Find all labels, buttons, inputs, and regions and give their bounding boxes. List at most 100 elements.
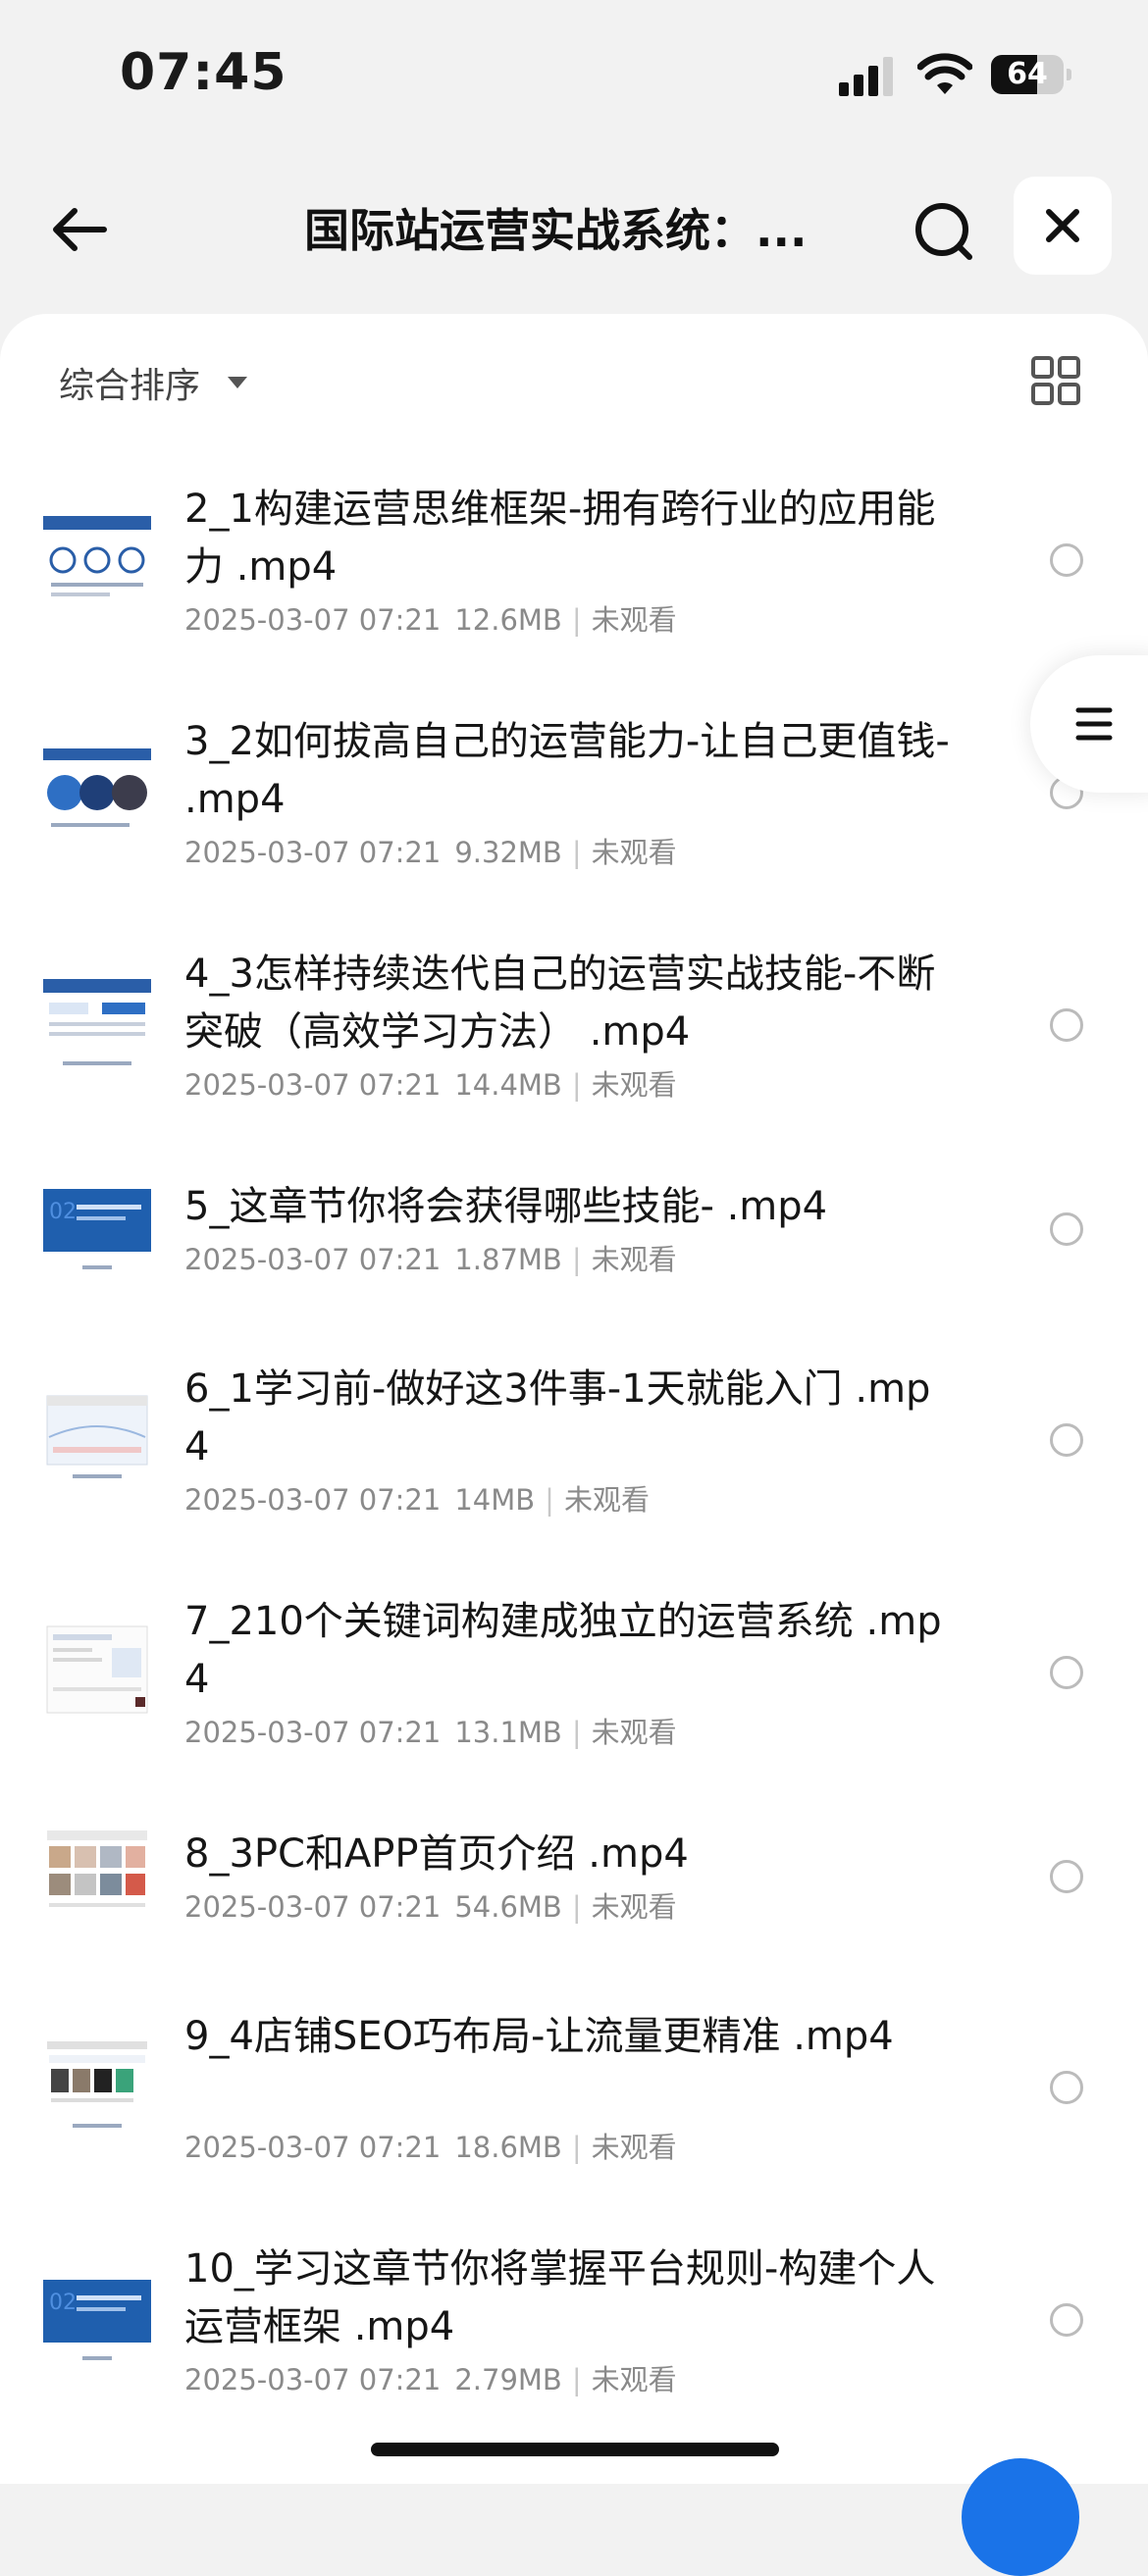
- file-meta: 2025-03-07 07:21 13.1MB | 未观看: [184, 1713, 677, 1752]
- file-meta: 2025-03-07 07:21 9.32MB | 未观看: [184, 833, 677, 872]
- select-radio[interactable]: [1050, 2071, 1083, 2104]
- file-date: 2025-03-07 07:21: [184, 1890, 442, 1924]
- file-list-item[interactable]: 02 5_这章节你将会获得哪些技能- .mp4 2025-03-07 07:21 1.…: [0, 1174, 1148, 1283]
- select-radio[interactable]: [1050, 543, 1083, 577]
- close-button[interactable]: [1014, 177, 1112, 275]
- file-list-item[interactable]: 6_1学习前-做好这3件事-1天就能入门 .mp4 2025-03-07 07:2…: [0, 1361, 1148, 1520]
- file-size: 1.87MB: [454, 1243, 562, 1276]
- file-meta: 2025-03-07 07:21 54.6MB | 未观看: [184, 1887, 677, 1927]
- file-name: 2_1构建运营思维框架-拥有跨行业的应用能力 .mp4: [184, 487, 936, 590]
- menu-icon: [1075, 707, 1113, 741]
- back-button[interactable]: [39, 190, 118, 269]
- file-size: 13.1MB: [454, 1716, 562, 1749]
- watch-status: 未观看: [591, 836, 677, 869]
- file-list-item[interactable]: 8_3PC和APP首页介绍 .mp4 2025-03-07 07:21 54.6MB…: [0, 1822, 1148, 1931]
- file-list-item[interactable]: 2_1构建运营思维框架-拥有跨行业的应用能力 .mp4 2025-03-07 07…: [0, 481, 1148, 640]
- floating-action-button[interactable]: [962, 2458, 1079, 2576]
- file-size: 12.6MB: [454, 603, 562, 637]
- meta-separator: |: [571, 1068, 582, 1102]
- nav-bar: 国际站运营实战系统：...: [0, 167, 1148, 284]
- video-thumbnail: [43, 1822, 151, 1931]
- close-icon: [1046, 209, 1079, 242]
- status-time: 07:45: [120, 43, 287, 102]
- file-meta: 2025-03-07 07:21 18.6MB | 未观看: [184, 2128, 677, 2167]
- file-size: 14MB: [454, 1483, 536, 1517]
- meta-separator: |: [571, 836, 582, 869]
- video-thumbnail: [43, 971, 151, 1079]
- caret-down-icon: [228, 377, 248, 388]
- video-thumbnail: [43, 739, 151, 847]
- home-indicator: [371, 2443, 779, 2456]
- file-list-item[interactable]: 02 10_学习这章节你将掌握平台规则-构建个人运营框架 .mp4 2025-03-…: [0, 2241, 1148, 2399]
- watch-status: 未观看: [591, 2131, 677, 2164]
- file-name: 8_3PC和APP首页介绍 .mp4: [184, 1831, 689, 1877]
- watch-status: 未观看: [563, 1483, 650, 1517]
- meta-separator: |: [545, 1483, 554, 1517]
- page-title: 国际站运营实战系统：...: [304, 204, 808, 257]
- status-bar: 07:45 64: [0, 0, 1148, 147]
- video-thumbnail: 02: [43, 1174, 151, 1283]
- file-date: 2025-03-07 07:21: [184, 836, 442, 869]
- meta-separator: |: [571, 1243, 582, 1276]
- wifi-icon: [917, 53, 972, 94]
- file-meta: 2025-03-07 07:21 14MB | 未观看: [184, 1480, 650, 1520]
- file-name: 9_4店铺SEO巧布局-让流量更精准 .mp4: [184, 2014, 894, 2059]
- select-radio[interactable]: [1050, 1423, 1083, 1457]
- watch-status: 未观看: [591, 1068, 677, 1102]
- search-icon: [915, 203, 972, 260]
- meta-separator: |: [571, 2363, 582, 2396]
- select-radio[interactable]: [1050, 1211, 1083, 1246]
- file-size: 2.79MB: [454, 2363, 562, 2396]
- battery-icon: 64: [991, 55, 1071, 94]
- file-date: 2025-03-07 07:21: [184, 1243, 442, 1276]
- file-name: 10_学习这章节你将掌握平台规则-构建个人运营框架 .mp4: [184, 2246, 936, 2349]
- watch-status: 未观看: [591, 1890, 677, 1924]
- video-thumbnail: [43, 1619, 151, 1726]
- cellular-signal-icon: [839, 57, 893, 96]
- file-size: 18.6MB: [454, 2131, 562, 2164]
- watch-status: 未观看: [591, 1716, 677, 1749]
- select-radio[interactable]: [1050, 1008, 1083, 1042]
- file-meta: 2025-03-07 07:21 1.87MB | 未观看: [184, 1240, 677, 1279]
- file-list-sheet: 综合排序 2_1构建运营思维框架-拥有跨行业的应用能力 .mp4 2025-03-…: [0, 314, 1148, 2484]
- file-name: 5_这章节你将会获得哪些技能- .mp4: [184, 1184, 828, 1229]
- meta-separator: |: [571, 1716, 582, 1749]
- file-date: 2025-03-07 07:21: [184, 2131, 442, 2164]
- file-size: 9.32MB: [454, 836, 562, 869]
- file-date: 2025-03-07 07:21: [184, 1483, 442, 1517]
- file-date: 2025-03-07 07:21: [184, 1716, 442, 1749]
- file-name: 6_1学习前-做好这3件事-1天就能入门 .mp4: [184, 1366, 931, 1469]
- select-radio[interactable]: [1050, 1859, 1083, 1893]
- file-date: 2025-03-07 07:21: [184, 603, 442, 637]
- sort-label: 综合排序: [59, 366, 201, 406]
- video-thumbnail: [43, 1386, 151, 1494]
- file-meta: 2025-03-07 07:21 2.79MB | 未观看: [184, 2360, 677, 2399]
- file-date: 2025-03-07 07:21: [184, 2363, 442, 2396]
- grid-view-icon[interactable]: [1030, 355, 1081, 406]
- file-list-item[interactable]: 7_210个关键词构建成独立的运营系统 .mp4 2025-03-07 07:21…: [0, 1593, 1148, 1752]
- file-list-item[interactable]: 3_2如何拔高自己的运营能力-让自己更值钱- .mp4 2025-03-07 07…: [0, 713, 1148, 872]
- file-list-item[interactable]: 4_3怎样持续迭代自己的运营实战技能-不断突破（高效学习方法） .mp4 2025…: [0, 946, 1148, 1105]
- file-meta: 2025-03-07 07:21 12.6MB | 未观看: [184, 600, 677, 640]
- file-name: 3_2如何拔高自己的运营能力-让自己更值钱- .mp4: [184, 719, 950, 822]
- file-list-item[interactable]: 9_4店铺SEO巧布局-让流量更精准 .mp4 2025-03-07 07:21 1…: [0, 2008, 1148, 2167]
- watch-status: 未观看: [591, 603, 677, 637]
- video-thumbnail: [43, 2034, 151, 2141]
- sort-dropdown[interactable]: 综合排序: [59, 353, 248, 412]
- svg-text:02: 02: [49, 1200, 77, 1224]
- select-radio[interactable]: [1050, 2303, 1083, 2337]
- file-name: 7_210个关键词构建成独立的运营系统 .mp4: [184, 1599, 942, 1702]
- watch-status: 未观看: [591, 2363, 677, 2396]
- file-name: 4_3怎样持续迭代自己的运营实战技能-不断突破（高效学习方法） .mp4: [184, 952, 936, 1055]
- file-size: 54.6MB: [454, 1890, 562, 1924]
- battery-percent: 64: [1007, 57, 1048, 91]
- file-meta: 2025-03-07 07:21 14.4MB | 未观看: [184, 1065, 677, 1105]
- watch-status: 未观看: [591, 1243, 677, 1276]
- search-button[interactable]: [903, 190, 985, 273]
- video-thumbnail: 02: [43, 2266, 151, 2374]
- meta-separator: |: [571, 603, 582, 637]
- meta-separator: |: [571, 1890, 582, 1924]
- file-date: 2025-03-07 07:21: [184, 1068, 442, 1102]
- file-size: 14.4MB: [454, 1068, 562, 1102]
- select-radio[interactable]: [1050, 1656, 1083, 1689]
